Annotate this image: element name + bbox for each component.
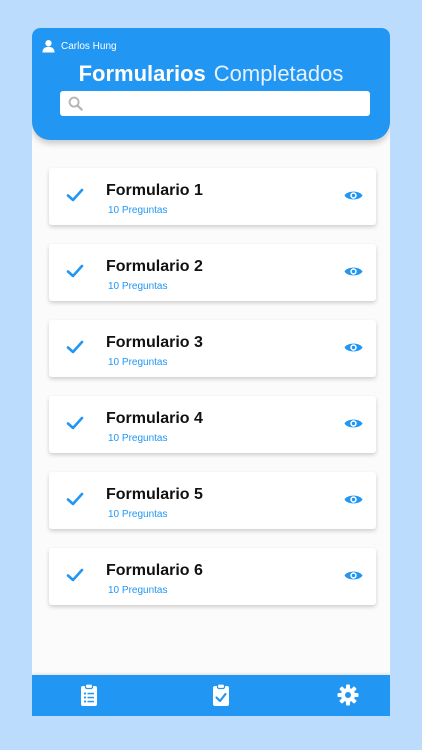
- form-question-count: 10 Preguntas: [108, 433, 168, 444]
- form-name: Formulario 4: [106, 410, 203, 427]
- app-screen: Carlos Hung Formularios Completados Formu…: [32, 28, 390, 716]
- form-name: Formulario 2: [106, 258, 203, 275]
- eye-icon[interactable]: [344, 569, 363, 582]
- form-name: Formulario 6: [106, 562, 203, 579]
- form-question-count: 10 Preguntas: [108, 357, 168, 368]
- check-icon: [66, 492, 84, 506]
- list-item[interactable]: Formulario 3 10 Preguntas: [49, 320, 376, 377]
- bottom-tab-bar: [32, 675, 390, 716]
- form-name: Formulario 3: [106, 334, 203, 351]
- form-question-count: 10 Preguntas: [108, 205, 168, 216]
- tab-completed[interactable]: [212, 683, 230, 707]
- list-item[interactable]: Formulario 5 10 Preguntas: [49, 472, 376, 529]
- search-bar[interactable]: [60, 91, 370, 116]
- eye-icon[interactable]: [344, 493, 363, 506]
- check-icon: [66, 340, 84, 354]
- form-name: Formulario 5: [106, 486, 203, 503]
- tab-forms[interactable]: [80, 683, 98, 707]
- form-question-count: 10 Preguntas: [108, 585, 168, 596]
- page-title-strong: Formularios: [78, 61, 206, 86]
- user-icon: [42, 40, 55, 53]
- check-icon: [66, 416, 84, 430]
- clipboard-list-icon: [81, 683, 97, 706]
- eye-icon[interactable]: [344, 417, 363, 430]
- form-question-count: 10 Preguntas: [108, 281, 168, 292]
- form-list: Formulario 1 10 Preguntas Formulario 2 1…: [49, 168, 376, 624]
- tab-settings[interactable]: [337, 684, 359, 706]
- list-item[interactable]: Formulario 2 10 Preguntas: [49, 244, 376, 301]
- check-icon: [66, 188, 84, 202]
- page-title: Formularios Completados: [32, 60, 390, 88]
- check-icon: [66, 568, 84, 582]
- form-name: Formulario 1: [106, 182, 203, 199]
- list-item[interactable]: Formulario 1 10 Preguntas: [49, 168, 376, 225]
- user-name: Carlos Hung: [61, 40, 117, 52]
- eye-icon[interactable]: [344, 341, 363, 354]
- search-icon: [68, 96, 83, 111]
- eye-icon[interactable]: [344, 265, 363, 278]
- header: Carlos Hung Formularios Completados: [32, 28, 390, 140]
- list-item[interactable]: Formulario 4 10 Preguntas: [49, 396, 376, 453]
- user-info[interactable]: Carlos Hung: [42, 39, 117, 53]
- gear-icon: [337, 684, 359, 706]
- form-question-count: 10 Preguntas: [108, 509, 168, 520]
- search-input[interactable]: [90, 93, 366, 116]
- clipboard-check-icon: [213, 683, 229, 706]
- check-icon: [66, 264, 84, 278]
- eye-icon[interactable]: [344, 189, 363, 202]
- page-title-light: Completados: [213, 61, 344, 86]
- list-item[interactable]: Formulario 6 10 Preguntas: [49, 548, 376, 605]
